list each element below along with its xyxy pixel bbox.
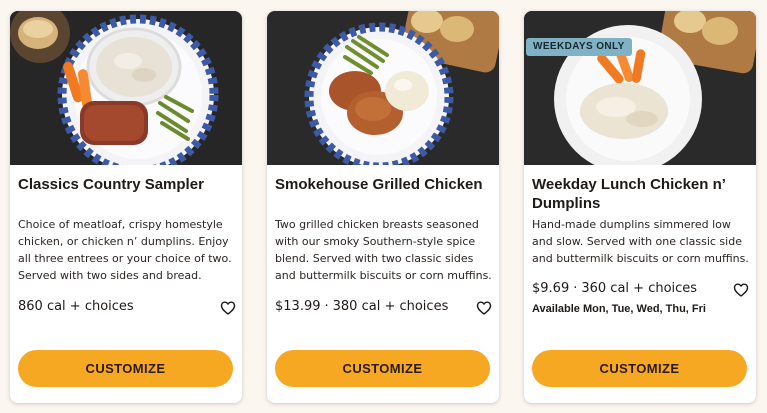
card-description: Two grilled chicken breasts seasoned wit…	[275, 218, 492, 282]
weekdays-only-badge: WEEKDAYS ONLY	[526, 38, 632, 56]
customize-button[interactable]: CUSTOMIZE	[18, 350, 233, 387]
price-calories: $13.99 · 380 cal + choices	[275, 298, 448, 316]
separator: ·	[324, 299, 329, 314]
heart-outline-icon[interactable]	[220, 300, 236, 316]
card-title: Smokehouse Grilled Chicken	[275, 176, 483, 193]
menu-card-grid: Classics Country Sampler Choice of meatl…	[10, 11, 757, 404]
heart-outline-icon[interactable]	[476, 300, 492, 316]
price-calories: $9.69 · 360 cal + choices	[532, 280, 697, 298]
calories: 860 cal + choices	[18, 299, 134, 314]
calories: 360 cal + choices	[581, 281, 698, 296]
card-description: Choice of meatloaf, crispy homestyle chi…	[18, 218, 232, 282]
customize-button[interactable]: CUSTOMIZE	[275, 350, 490, 387]
availability-text: Available Mon, Tue, Wed, Thu, Fri	[532, 303, 706, 315]
meal-photo[interactable]	[10, 11, 242, 165]
card-title: Classics Country Sampler	[18, 176, 204, 193]
menu-card-classics-country-sampler[interactable]: Classics Country Sampler Choice of meatl…	[10, 11, 242, 403]
separator: ·	[573, 281, 578, 296]
price: $13.99	[275, 299, 321, 314]
card-title: Weekday Lunch Chicken n’ Dumplins	[532, 176, 726, 212]
price: $9.69	[532, 281, 570, 296]
meal-photo[interactable]: WEEKDAYS ONLY	[524, 11, 756, 165]
menu-card-smokehouse-grilled-chicken[interactable]: Smokehouse Grilled Chicken Two grilled c…	[267, 11, 499, 403]
price-calories: 860 cal + choices	[18, 298, 134, 316]
calories: 380 cal + choices	[332, 299, 449, 314]
card-description: Hand-made dumplins simmered low and slow…	[532, 218, 749, 265]
meal-photo[interactable]	[267, 11, 499, 165]
customize-button[interactable]: CUSTOMIZE	[532, 350, 747, 387]
menu-card-weekday-lunch-chicken-n-dumplins[interactable]: WEEKDAYS ONLY Weekday Lunch Chicken n’ D…	[524, 11, 756, 403]
heart-outline-icon[interactable]	[733, 282, 749, 298]
